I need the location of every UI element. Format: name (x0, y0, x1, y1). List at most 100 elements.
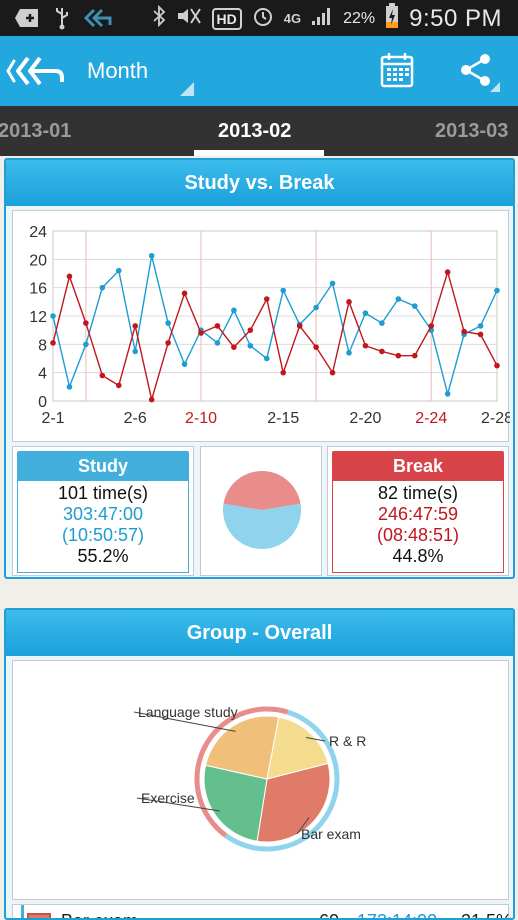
tab-indicator (194, 150, 324, 156)
data-point (395, 352, 402, 359)
overflow-indicator-icon (490, 82, 500, 92)
tab-prev-month[interactable]: 2013-01 (0, 120, 71, 143)
study-duration: 303:47:00 (62, 504, 144, 524)
data-point (214, 340, 221, 346)
reply-all-icon (83, 7, 114, 35)
data-point (313, 304, 319, 311)
battery-percent: 22% (343, 10, 376, 27)
data-point (296, 323, 303, 329)
data-point (477, 323, 484, 329)
study-times: 101 time(s) (57, 483, 149, 503)
data-point (395, 296, 402, 302)
alarm-icon (252, 5, 274, 33)
break-percent: 44.8% (392, 546, 444, 566)
data-point (247, 327, 254, 333)
data-point (165, 340, 171, 346)
x-tick-label: 2-15 (267, 410, 299, 427)
data-point (329, 369, 336, 376)
data-point (494, 287, 500, 294)
data-point (132, 323, 139, 329)
data-point (50, 340, 56, 346)
group-pie-svg: Bar exam Exercise Language study R & R (133, 704, 366, 852)
data-point (231, 307, 237, 314)
add-notification-icon (14, 7, 40, 35)
study-percent: 55.2% (77, 546, 129, 566)
bluetooth-icon (152, 4, 166, 33)
pie-slice-study (223, 503, 301, 549)
data-point (83, 320, 89, 326)
pie-label: Exercise (141, 790, 195, 806)
data-point (329, 280, 336, 287)
data-point (263, 355, 270, 362)
hd-badge: HD (211, 8, 242, 30)
period-spinner[interactable]: Month (87, 58, 148, 84)
data-point (181, 290, 188, 297)
study-break-title: Study vs. Break (6, 160, 513, 206)
data-point (66, 273, 73, 280)
y-tick-label: 16 (29, 281, 47, 298)
data-point (280, 369, 287, 376)
back-arrows-icon (6, 56, 64, 86)
data-point (148, 252, 155, 259)
data-point (411, 352, 418, 359)
study-break-card: Study vs. Break 0 4 8 12 16 20 24 2-1 2-6 2-10 2-1… (4, 158, 515, 579)
data-point (165, 320, 171, 326)
data-point (379, 348, 385, 355)
x-tick-label: 2-1 (41, 410, 64, 427)
pie-slice-break (223, 471, 301, 510)
data-point (444, 391, 451, 397)
data-point (494, 362, 500, 369)
data-point (99, 372, 106, 379)
spinner-indicator-icon (180, 82, 194, 96)
data-point (280, 287, 287, 294)
network-type: 4G (283, 11, 302, 26)
break-duration: 246:47:59 (377, 504, 459, 524)
y-tick-label: 4 (38, 366, 47, 383)
month-tabs: 2013-01 2013-02 2013-03 (0, 106, 518, 156)
y-tick-label: 8 (38, 337, 47, 354)
y-tick-label: 12 (29, 309, 47, 326)
legend-percent: 31.5% (461, 911, 512, 918)
break-summary[interactable]: Break 82 time(s) 246:47:59 (08:48:51) 44… (327, 446, 509, 576)
tab-next-month[interactable]: 2013-03 (435, 120, 508, 143)
x-tick-label: 2-24 (415, 410, 447, 427)
data-point (115, 267, 122, 274)
y-tick-label: 0 (38, 394, 47, 411)
study-label: Study (17, 451, 189, 481)
data-point (83, 341, 89, 348)
data-point (148, 396, 155, 403)
pie-label: Bar exam (301, 826, 361, 842)
status-bar: HD 4G 22% 9:50 PM (0, 0, 518, 36)
calendar-button[interactable] (380, 52, 414, 88)
signal-icon (311, 6, 333, 32)
x-tick-label: 2-6 (124, 410, 147, 427)
data-point (263, 296, 270, 302)
x-tick-label: 2-28 (481, 410, 510, 427)
legend-time: 173:14:00 (357, 911, 437, 918)
usb-icon (54, 6, 70, 36)
data-point (99, 284, 106, 291)
back-button[interactable] (6, 54, 66, 88)
action-bar: Month (0, 36, 518, 106)
data-point (346, 350, 352, 356)
study-break-pie-svg (223, 471, 301, 549)
data-point (362, 310, 369, 316)
data-point (132, 348, 139, 355)
data-point (231, 344, 237, 350)
legend-swatch (27, 913, 51, 918)
study-break-pie (200, 446, 322, 576)
group-overall-title: Group - Overall (6, 610, 513, 656)
tab-current-month[interactable]: 2013-02 (218, 120, 291, 143)
data-point (428, 323, 435, 329)
battery-charging-icon (385, 3, 399, 35)
study-summary[interactable]: Study 101 time(s) 303:47:00 (10:50:57) 5… (12, 446, 194, 576)
study-duration-alt: (10:50:57) (61, 525, 145, 545)
share-button[interactable] (458, 52, 494, 88)
share-icon (461, 54, 490, 86)
break-duration-alt: (08:48:51) (376, 525, 460, 545)
data-point (346, 299, 352, 305)
group-pie-chart: Bar exam Exercise Language study R & R (12, 660, 509, 900)
data-point (362, 342, 369, 349)
data-point (247, 342, 254, 349)
list-item[interactable]: Bar exam 60 173:14:00 31.5% (12, 904, 512, 918)
